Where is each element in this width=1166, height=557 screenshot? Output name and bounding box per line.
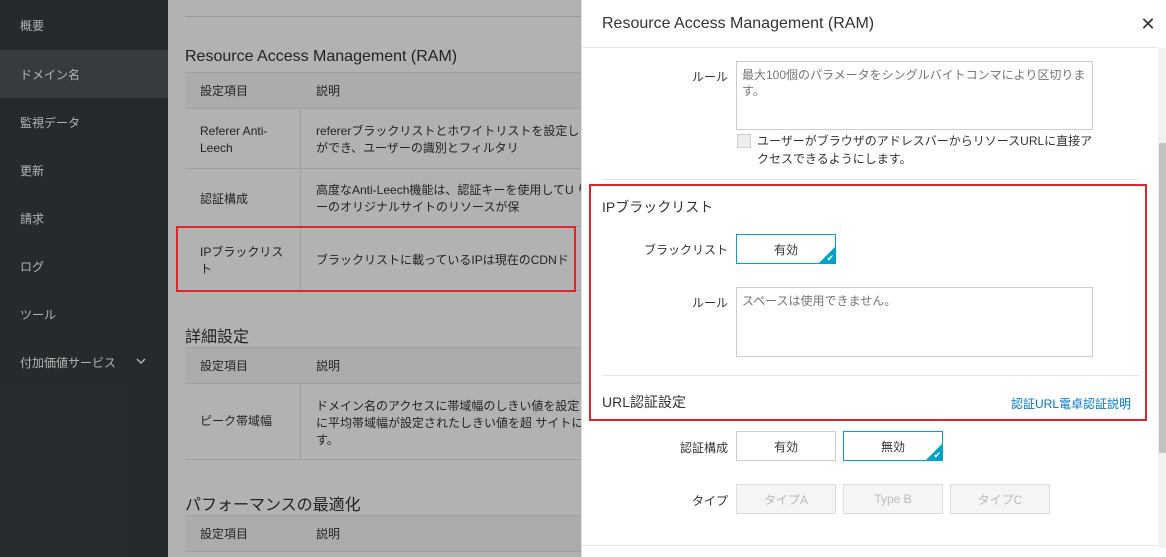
sidebar-item-label: ドメイン名	[20, 67, 81, 82]
sidebar-item-label: 請求	[20, 211, 45, 226]
chevron-down-icon	[136, 358, 146, 365]
header-description: 説明	[316, 84, 341, 98]
sidebar-item-label: 更新	[20, 163, 45, 178]
highlight-box	[176, 226, 576, 292]
panel-divider	[582, 47, 1157, 48]
top-divider	[185, 0, 581, 17]
sidebar-item-label: 付加価値サービス	[20, 355, 117, 370]
section-title-ram: Resource Access Management (RAM)	[185, 48, 458, 65]
header-description: 説明	[316, 359, 341, 373]
table-row: ピーク帯域幅 ドメイン名のアクセスに帯域幅のしきい値を設定 （5分）中に平均帯域…	[185, 384, 581, 460]
panel-title: Resource Access Management (RAM)	[602, 15, 875, 32]
header-description: 説明	[316, 527, 341, 541]
sidebar: 概要 ドメイン名 監視データ 更新 請求 ログ ツール 付加価値サービス	[0, 0, 168, 557]
section-title-performance: パフォーマンスの最適化	[185, 497, 361, 514]
header-setting-item: 設定項目	[200, 527, 249, 541]
type-a-button[interactable]: タイプA	[736, 484, 836, 514]
type-b-button[interactable]: Type B	[843, 484, 943, 514]
divider	[582, 545, 1157, 546]
button-label: 無効	[880, 439, 905, 454]
close-icon[interactable]: ✕	[1138, 14, 1158, 34]
sidebar-item-refresh[interactable]: 更新	[0, 146, 168, 194]
allow-direct-access-checkbox[interactable]	[737, 134, 751, 148]
button-label: Type B	[874, 492, 912, 506]
sidebar-item-overview[interactable]: 概要	[0, 1, 168, 49]
header-setting-item: 設定項目	[200, 84, 249, 98]
sidebar-item-logs[interactable]: ログ	[0, 242, 168, 290]
sidebar-item-domain-names[interactable]: ドメイン名	[0, 50, 168, 98]
check-icon: ✔	[933, 450, 941, 460]
button-label: 有効	[773, 439, 798, 454]
sidebar-item-billing[interactable]: 請求	[0, 194, 168, 242]
type-c-button[interactable]: タイプC	[950, 484, 1050, 514]
table-header: 設定項目 説明	[185, 515, 581, 552]
button-label: タイプA	[763, 492, 808, 507]
sidebar-item-label: 概要	[20, 18, 45, 33]
auth-disabled-button[interactable]: 無効 ✔	[843, 431, 943, 461]
row-item: ピーク帯域幅	[200, 414, 273, 428]
button-label: タイプC	[977, 492, 1023, 507]
sidebar-item-monitoring[interactable]: 監視データ	[0, 98, 168, 146]
row-description: refererブラックリストとホワイトリストを設定し 限することができ、ユーザー…	[316, 124, 581, 155]
section-title-advanced: 詳細設定	[185, 329, 250, 346]
row-description: ドメイン名のアクセスに帯域幅のしきい値を設定 （5分）中に平均帯域幅が設定された…	[316, 399, 581, 447]
table-header: 設定項目 説明	[185, 72, 581, 109]
auth-config-label: 認証構成	[679, 441, 728, 455]
checkbox-label: ユーザーがブラウザのアドレスバーからリソースURLに直接アクセスできるようにしま…	[757, 134, 1093, 166]
sidebar-item-tools[interactable]: ツール	[0, 290, 168, 338]
rule-textarea[interactable]	[736, 61, 1093, 130]
row-item: Referer Anti-Leech	[200, 124, 268, 155]
rule-label: ルール	[691, 70, 728, 84]
sidebar-item-label: ログ	[20, 259, 45, 274]
table-row: Referer Anti-Leech refererブラックリストとホワイトリス…	[185, 109, 581, 169]
sidebar-item-value-added-services[interactable]: 付加価値サービス	[0, 338, 168, 386]
row-description: 高度なAnti-Leech機能は、認証キーを使用してU り、ユーザーのオリジナル…	[316, 183, 581, 214]
header-setting-item: 設定項目	[200, 359, 249, 373]
sidebar-item-label: ツール	[20, 307, 57, 322]
divider	[602, 179, 1139, 180]
table-header: 設定項目 説明	[185, 347, 581, 384]
table-row: 認証構成 高度なAnti-Leech機能は、認証キーを使用してU り、ユーザーの…	[185, 169, 581, 227]
row-item: 認証構成	[200, 192, 249, 206]
scroll-thumb[interactable]	[1159, 143, 1166, 453]
scrollbar[interactable]	[1158, 48, 1166, 548]
type-label: タイプ	[691, 494, 728, 508]
sidebar-item-label: 監視データ	[20, 115, 81, 130]
highlight-box	[589, 184, 1147, 421]
auth-enabled-button[interactable]: 有効	[736, 431, 836, 461]
